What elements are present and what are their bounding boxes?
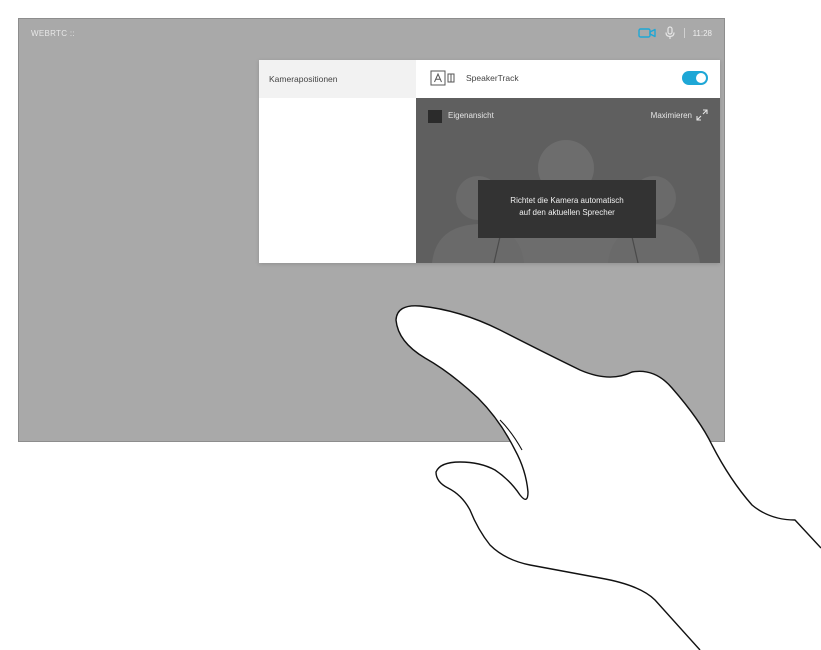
maximize-label[interactable]: Maximieren [651,111,692,120]
speakertrack-label: SpeakerTrack [466,73,519,83]
status-bar-right: 11:28 [637,25,712,41]
camera-preview: Eigenansicht Maximieren Richtet die Kame… [416,98,720,263]
microphone-icon[interactable] [664,26,676,40]
camera-menu: Kamerapositionen [259,60,416,263]
status-divider [683,28,685,38]
system-name: WEBRTC :: [31,29,75,38]
speakertrack-toggle[interactable] [682,71,708,85]
video-camera-icon[interactable] [637,27,656,39]
touch-screen: WEBRTC :: 11:28 Kamerapositionen Speaker… [18,18,725,442]
selfview-icon[interactable] [428,110,442,123]
speakertrack-row[interactable]: SpeakerTrack [416,60,720,98]
menu-item-camera-positions[interactable]: Kamerapositionen [259,60,416,98]
tooltip-line-1: Richtet die Kamera automatisch [510,196,624,205]
toggle-knob [696,73,706,83]
maximize-icon[interactable] [696,109,708,121]
camera-settings: SpeakerTrack Eigenansicht Maximieren Ric… [416,60,720,263]
camera-control-panel: Kamerapositionen SpeakerTrack Eigenansic… [259,60,720,263]
speakertrack-icon [430,70,455,86]
tooltip-line-2: auf den aktuellen Sprecher [519,208,615,217]
speakertrack-tooltip: Richtet die Kamera automatisch auf den a… [478,180,656,238]
selfview-label[interactable]: Eigenansicht [448,111,494,120]
clock: 11:28 [692,28,712,38]
